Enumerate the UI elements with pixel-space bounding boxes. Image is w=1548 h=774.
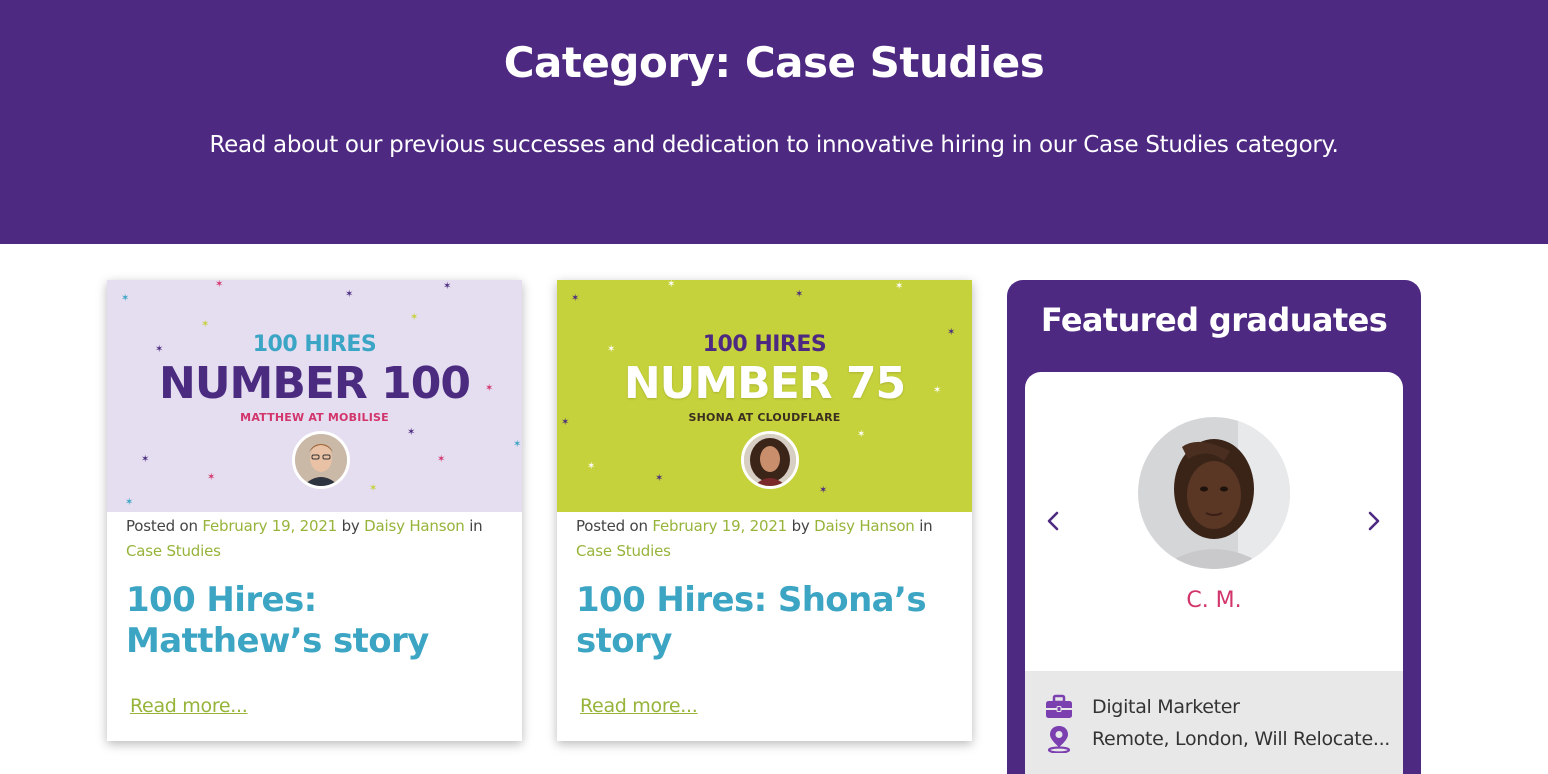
graduate-location: Remote, London, Will Relocate... [1092,728,1391,750]
featured-graduates-widget: Featured graduates C. M. Digital Markete… [1007,280,1421,774]
widget-heading: Featured graduates [1040,301,1388,339]
category-link[interactable]: Case Studies [126,542,221,560]
post-thumbnail[interactable]: ✶ ✶ ✶ ✶ ✶ ✶ ✶ ✶ ✶ ✶ ✶ ✶ 100 HIRES NUMBER… [557,280,972,512]
category-description: Read about our previous successes and de… [209,132,1339,158]
post-thumbnail[interactable]: ✶ ✶ ✶ ✶ ✶ ✶ ✶ ✶ ✶ ✶ ✶ ✶ ✶ ✶ ✶ 100 HIRES … [107,280,522,512]
category-header: Category: Case Studies Read about our pr… [0,0,1548,244]
post-date-link[interactable]: February 19, 2021 [202,517,337,535]
chevron-right-icon[interactable] [1361,509,1385,533]
map-pin-icon [1044,725,1074,754]
thumbnail-kicker: 100 HIRES [252,332,377,357]
graduate-name: C. M. [1186,588,1242,613]
post-meta: Posted on February 19, 2021 by Daisy Han… [126,517,483,560]
post-title[interactable]: 100 Hires: Matthew’s story [126,580,506,662]
chevron-left-icon[interactable] [1042,509,1066,533]
graduate-card[interactable]: C. M. Digital Marketer Remote, London, W… [1025,372,1403,774]
post-date-link[interactable]: February 19, 2021 [652,517,787,535]
graduate-location-row: Remote, London, Will Relocate... [1044,725,1391,754]
read-more-link[interactable]: Read more... [130,695,248,717]
read-more-link[interactable]: Read more... [580,695,698,717]
thumbnail-headline: NUMBER 75 [623,358,906,409]
avatar [741,431,799,489]
post-title[interactable]: 100 Hires: Shona’s story [576,580,956,662]
graduate-role: Digital Marketer [1092,696,1240,718]
graduate-photo [1138,417,1290,569]
post-card: ✶ ✶ ✶ ✶ ✶ ✶ ✶ ✶ ✶ ✶ ✶ ✶ ✶ ✶ ✶ 100 HIRES … [107,280,522,741]
thumbnail-headline: NUMBER 100 [159,358,471,409]
thumbnail-kicker: 100 HIRES [702,332,827,357]
thumbnail-subline: SHONA AT CLOUDFLARE [688,411,841,424]
category-link[interactable]: Case Studies [576,542,671,560]
post-meta: Posted on February 19, 2021 by Daisy Han… [576,517,933,560]
briefcase-icon [1044,693,1074,721]
graduate-info: Digital Marketer Remote, London, Will Re… [1025,671,1403,774]
author-link[interactable]: Daisy Hanson [364,517,465,535]
post-card: ✶ ✶ ✶ ✶ ✶ ✶ ✶ ✶ ✶ ✶ ✶ ✶ 100 HIRES NUMBER… [557,280,972,741]
graduate-role-row: Digital Marketer [1044,693,1240,721]
author-link[interactable]: Daisy Hanson [814,517,915,535]
page-title: Category: Case Studies [503,38,1045,87]
thumbnail-subline: MATTHEW AT MOBILISE [240,411,389,424]
avatar [292,431,350,489]
